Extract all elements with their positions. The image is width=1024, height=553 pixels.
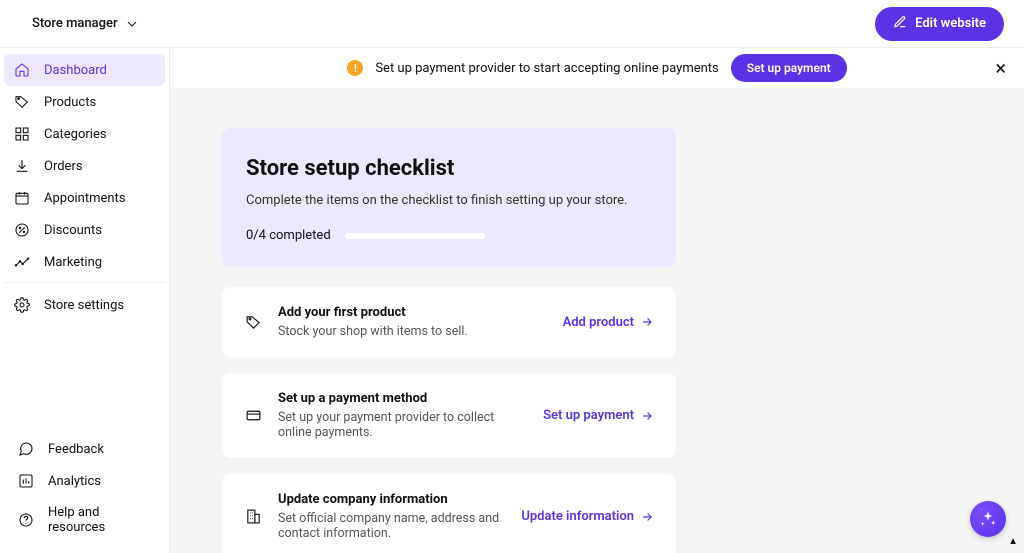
progress-row: 0/4 completed [246, 228, 652, 243]
sidebar-item-analytics[interactable]: Analytics [4, 465, 165, 497]
caret-up-icon: ▲ [1008, 536, 1018, 547]
sidebar: Dashboard Products Categories Orders App… [0, 48, 170, 553]
discount-icon [14, 222, 30, 238]
edit-website-label: Edit website [915, 16, 986, 31]
checklist-item-title: Set up a payment method [278, 391, 527, 406]
sidebar-item-categories[interactable]: Categories [4, 118, 165, 150]
chevron-down-icon [124, 16, 140, 32]
sidebar-item-appointments[interactable]: Appointments [4, 182, 165, 214]
sidebar-item-label: Categories [44, 127, 107, 142]
sidebar-item-label: Discounts [44, 223, 102, 238]
progress-text: 0/4 completed [246, 228, 331, 243]
sidebar-footer-nav: Feedback Analytics Help and resources [0, 433, 169, 553]
sidebar-item-label: Marketing [44, 255, 102, 270]
topbar: Store manager Edit website [0, 0, 1024, 48]
card-icon [244, 407, 262, 425]
sidebar-item-orders[interactable]: Orders [4, 150, 165, 182]
sidebar-item-store-settings[interactable]: Store settings [4, 289, 165, 321]
sidebar-item-label: Orders [44, 159, 83, 174]
arrow-right-icon [640, 409, 654, 423]
sidebar-item-label: Feedback [48, 442, 104, 457]
checklist-item-body: Set up a payment method Set up your paym… [278, 391, 527, 440]
pencil-icon [893, 15, 907, 33]
sidebar-item-label: Store settings [44, 298, 124, 313]
sidebar-item-label: Products [44, 95, 96, 110]
checklist-column: Store setup checklist Complete the items… [222, 128, 676, 553]
building-icon [244, 508, 262, 526]
body-area: Store setup checklist Complete the items… [170, 88, 1024, 553]
help-fab[interactable] [970, 501, 1006, 537]
progress-bar [345, 233, 485, 239]
sidebar-item-products[interactable]: Products [4, 86, 165, 118]
checklist-item-body: Update company information Set official … [278, 492, 505, 541]
grid-icon [14, 126, 30, 142]
edit-website-button[interactable]: Edit website [875, 7, 1004, 41]
checklist-subtitle: Complete the items on the checklist to f… [246, 193, 652, 208]
checklist-header-card: Store setup checklist Complete the items… [222, 128, 676, 267]
sidebar-item-discounts[interactable]: Discounts [4, 214, 165, 246]
close-icon[interactable]: × [995, 58, 1006, 78]
checklist-item-desc: Set official company name, address and c… [278, 511, 505, 541]
tag-icon [14, 94, 30, 110]
arrow-right-icon [640, 315, 654, 329]
sparkle-icon [979, 510, 997, 528]
download-icon [14, 158, 30, 174]
setup-payment-link[interactable]: Set up payment [543, 408, 654, 423]
banner-cta-button[interactable]: Set up payment [731, 54, 847, 82]
checklist-item-add-product: Add your first product Stock your shop w… [222, 287, 676, 357]
update-information-link[interactable]: Update information [521, 509, 654, 524]
tag-icon [244, 313, 262, 331]
home-icon [14, 62, 30, 78]
checklist-item-body: Add your first product Stock your shop w… [278, 305, 547, 339]
sidebar-separator: Store settings [4, 282, 165, 321]
sidebar-item-help[interactable]: Help and resources [4, 497, 165, 543]
checklist-title: Store setup checklist [246, 156, 652, 181]
checklist-action-label: Add product [563, 315, 634, 330]
checklist-item-company: Update company information Set official … [222, 474, 676, 553]
sidebar-item-label: Dashboard [44, 63, 107, 78]
analytics-icon [18, 473, 34, 489]
arrow-right-icon [640, 510, 654, 524]
payment-banner: ! Set up payment provider to start accep… [170, 48, 1024, 88]
sidebar-item-label: Appointments [44, 191, 126, 206]
sidebar-item-marketing[interactable]: Marketing [4, 246, 165, 278]
checklist-item-title: Add your first product [278, 305, 547, 320]
help-icon [18, 512, 34, 528]
gear-icon [14, 297, 30, 313]
warning-icon: ! [347, 60, 363, 76]
sidebar-main-nav: Dashboard Products Categories Orders App… [0, 54, 169, 321]
store-switcher[interactable]: Store manager [32, 16, 140, 32]
feedback-icon [18, 441, 34, 457]
store-switcher-label: Store manager [32, 16, 118, 31]
layout: Dashboard Products Categories Orders App… [0, 48, 1024, 553]
sidebar-item-feedback[interactable]: Feedback [4, 433, 165, 465]
content: ! Set up payment provider to start accep… [170, 48, 1024, 553]
checklist-action-label: Set up payment [543, 408, 634, 423]
calendar-icon [14, 190, 30, 206]
sidebar-item-dashboard[interactable]: Dashboard [4, 54, 165, 86]
checklist-action-label: Update information [521, 509, 634, 524]
checklist-item-desc: Set up your payment provider to collect … [278, 410, 527, 440]
banner-text: Set up payment provider to start accepti… [375, 61, 718, 76]
sidebar-item-label: Analytics [48, 474, 101, 489]
sidebar-item-label: Help and resources [48, 505, 155, 535]
checklist-item-desc: Stock your shop with items to sell. [278, 324, 547, 339]
marketing-icon [14, 254, 30, 270]
add-product-link[interactable]: Add product [563, 315, 654, 330]
checklist-item-payment: Set up a payment method Set up your paym… [222, 373, 676, 458]
checklist-item-title: Update company information [278, 492, 505, 507]
